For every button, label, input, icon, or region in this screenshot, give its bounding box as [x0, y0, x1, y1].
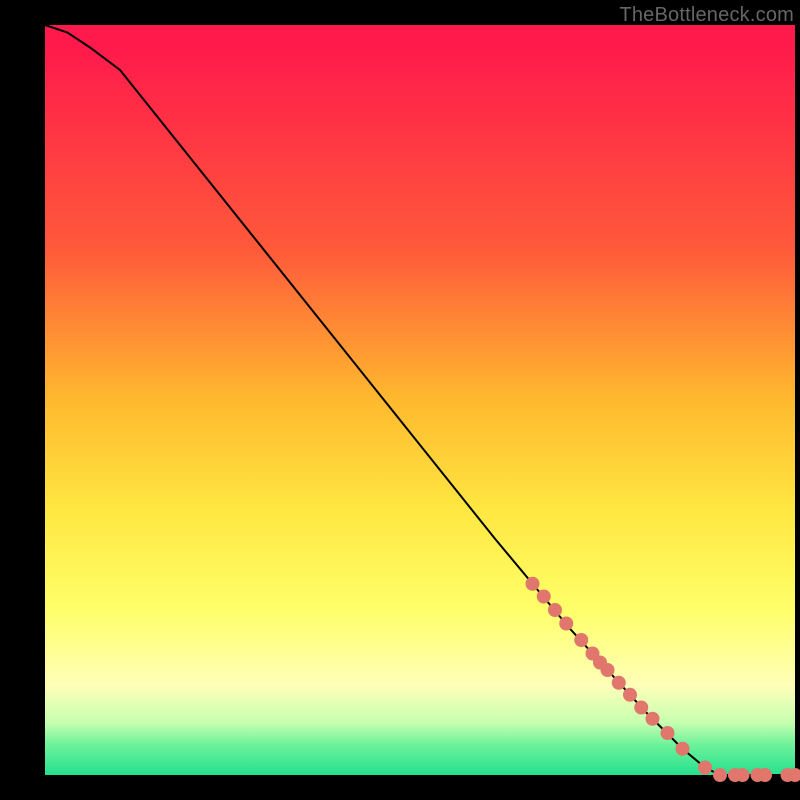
marker-point [634, 701, 648, 715]
marker-point [736, 768, 750, 782]
marker-point [559, 617, 573, 631]
marker-point [574, 633, 588, 647]
plot-area [45, 25, 795, 775]
marker-point [758, 768, 772, 782]
marker-point [548, 603, 562, 617]
marker-point [526, 577, 540, 591]
marker-point [623, 688, 637, 702]
marker-point [612, 676, 626, 690]
marker-point [646, 712, 660, 726]
marker-point [601, 663, 615, 677]
watermark-text: TheBottleneck.com [619, 4, 794, 27]
curve-svg [45, 25, 795, 775]
marker-point [676, 742, 690, 756]
marker-point [698, 761, 712, 775]
chart-stage: TheBottleneck.com [0, 0, 800, 800]
marker-point [661, 726, 675, 740]
bottleneck-curve [45, 25, 795, 775]
marker-point [713, 768, 727, 782]
marker-point [537, 590, 551, 604]
markers-group [526, 577, 800, 782]
